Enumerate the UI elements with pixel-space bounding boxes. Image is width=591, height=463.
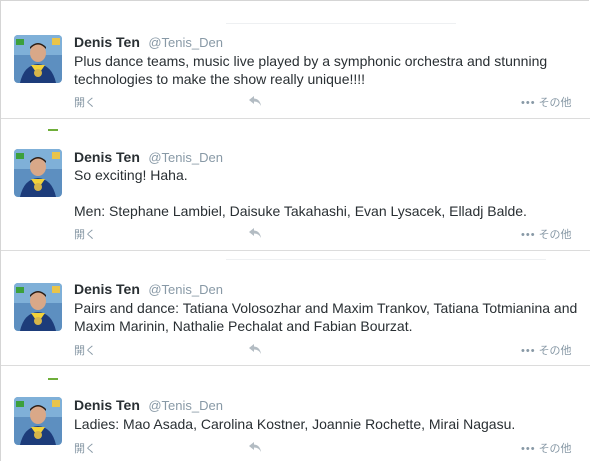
tweet-text-line: Plus dance teams, music live played by a… (74, 53, 548, 87)
tweet-header: Denis Ten @Tenis_Den (74, 149, 223, 167)
more-dots-icon: ••• (521, 229, 536, 241)
expand-link[interactable]: 開く (74, 226, 96, 242)
more-button[interactable]: ••• その他 (521, 94, 572, 110)
tweet-text: Ladies: Mao Asada, Carolina Kostner, Joa… (74, 415, 579, 433)
tweet-text: Plus dance teams, music live played by a… (74, 52, 579, 88)
tweet-text-line: Men: Stephane Lambiel, Daisuke Takahashi… (74, 203, 527, 219)
background-decoration (48, 129, 58, 131)
reply-icon[interactable] (248, 441, 262, 453)
tweet-item[interactable]: Denis Ten @Tenis_Den So exciting! Haha. … (1, 119, 590, 251)
tweet-timeline: Denis Ten @Tenis_Den Plus dance teams, m… (0, 0, 590, 462)
tweet-text: So exciting! Haha. Men: Stephane Lambiel… (74, 166, 579, 220)
user-fullname[interactable]: Denis Ten (74, 397, 140, 413)
reply-icon[interactable] (248, 227, 262, 239)
tweet-header: Denis Ten @Tenis_Den (74, 397, 223, 415)
expand-link[interactable]: 開く (74, 342, 96, 358)
more-dots-icon: ••• (521, 97, 536, 109)
tweet-text-line: Ladies: Mao Asada, Carolina Kostner, Joa… (74, 416, 516, 432)
tweet-text: Pairs and dance: Tatiana Volosozhar and … (74, 299, 579, 335)
tweet-text-line (74, 184, 579, 202)
more-button[interactable]: ••• その他 (521, 342, 572, 358)
reply-icon[interactable] (248, 343, 262, 355)
expand-link[interactable]: 開く (74, 94, 96, 110)
user-handle[interactable]: @Tenis_Den (148, 150, 223, 165)
background-decoration (226, 23, 456, 24)
avatar[interactable] (14, 35, 62, 83)
more-button[interactable]: ••• その他 (521, 226, 572, 242)
background-decoration (226, 259, 546, 260)
avatar[interactable] (14, 397, 62, 445)
tweet-item[interactable]: Denis Ten @Tenis_Den Ladies: Mao Asada, … (1, 366, 590, 462)
user-fullname[interactable]: Denis Ten (74, 281, 140, 297)
tweet-item[interactable]: Denis Ten @Tenis_Den Plus dance teams, m… (1, 1, 590, 119)
more-label: その他 (538, 345, 572, 357)
tweet-text-line: Pairs and dance: Tatiana Volosozhar and … (74, 300, 578, 334)
user-handle[interactable]: @Tenis_Den (148, 35, 223, 50)
user-handle[interactable]: @Tenis_Den (148, 282, 223, 297)
more-label: その他 (538, 229, 572, 241)
avatar[interactable] (14, 283, 62, 331)
tweet-header: Denis Ten @Tenis_Den (74, 34, 223, 52)
more-label: その他 (538, 97, 572, 109)
tweet-text-line: So exciting! Haha. (74, 167, 188, 183)
user-handle[interactable]: @Tenis_Den (148, 398, 223, 413)
reply-icon[interactable] (248, 95, 262, 107)
more-button[interactable]: ••• その他 (521, 440, 572, 456)
more-label: その他 (538, 443, 572, 455)
user-fullname[interactable]: Denis Ten (74, 34, 140, 50)
tweet-item[interactable]: Denis Ten @Tenis_Den Pairs and dance: Ta… (1, 251, 590, 366)
tweet-header: Denis Ten @Tenis_Den (74, 281, 223, 299)
background-decoration (48, 378, 58, 380)
more-dots-icon: ••• (521, 443, 536, 455)
expand-link[interactable]: 開く (74, 440, 96, 456)
avatar[interactable] (14, 149, 62, 197)
user-fullname[interactable]: Denis Ten (74, 149, 140, 165)
more-dots-icon: ••• (521, 345, 536, 357)
